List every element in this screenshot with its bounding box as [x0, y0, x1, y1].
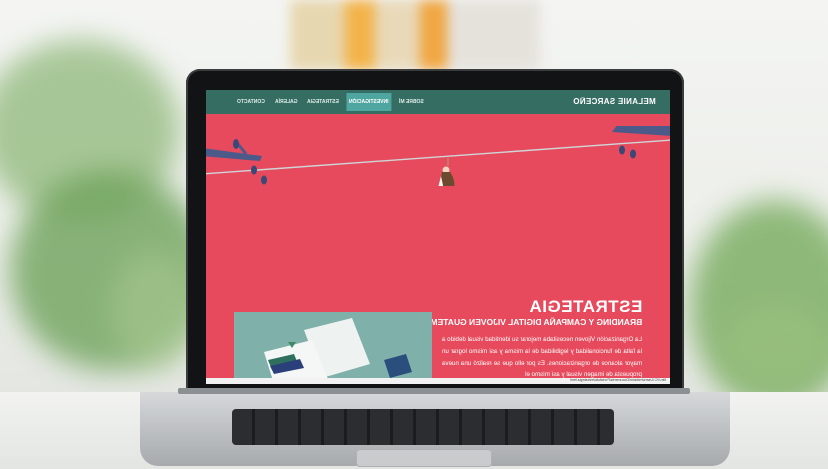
nav-item-galeria[interactable]: GALERÍA [272, 93, 301, 111]
laptop-trackpad [356, 449, 492, 467]
zipline-cable [206, 139, 670, 175]
laptop-hinge [178, 388, 690, 394]
branch-twig-left [236, 143, 248, 155]
website: MELANIE SARCEÑO SOBRE MÍ INVESTIGACIÓN E… [206, 90, 670, 384]
status-url: file:///C:/Users/melanie/Documents/Porta… [569, 378, 666, 382]
section-subtitle: BRANDING Y CAMPAÑA DIGITAL VIJOVEN GUATE… [412, 317, 642, 327]
site-brand[interactable]: MELANIE SARCEÑO [573, 97, 656, 106]
top-navigation-bar: MELANIE SARCEÑO SOBRE MÍ INVESTIGACIÓN E… [206, 90, 670, 114]
leaf-icon [619, 145, 625, 155]
nav-item-estrategia[interactable]: ESTRATEGIA [304, 93, 342, 111]
tree-branch-right [612, 126, 670, 136]
nav-item-contacto[interactable]: CONTACTO [234, 93, 268, 111]
nav-item-investigacion[interactable]: INVESTIGACIÓN [346, 93, 392, 111]
browser-status-bar: file:///C:/Users/melanie/Documents/Porta… [206, 378, 670, 384]
leaf-icon [630, 149, 636, 159]
plant-right-leaf [720, 300, 828, 390]
tree-branch-left [206, 148, 262, 161]
zipline-illustration [206, 126, 670, 186]
branding-mockup-image [234, 312, 432, 384]
leaf-icon [233, 139, 239, 149]
bookshelf [290, 0, 540, 70]
page-title: ESTRATEGIA [528, 297, 642, 317]
nav-item-sobre-mi[interactable]: SOBRE MÍ [396, 93, 427, 111]
section-paragraph: La Organización Vijoven necesitaba mejor… [442, 336, 642, 379]
nav-menu: SOBRE MÍ INVESTIGACIÓN ESTRATEGIA GALERÍ… [234, 90, 426, 114]
laptop-screen: MELANIE SARCEÑO SOBRE MÍ INVESTIGACIÓN E… [206, 90, 670, 384]
leaf-icon [251, 165, 257, 175]
laptop-keyboard [232, 409, 614, 445]
project-thumbnail[interactable] [234, 312, 432, 384]
leaf-icon [261, 175, 267, 185]
zipline-character-icon [438, 158, 455, 186]
